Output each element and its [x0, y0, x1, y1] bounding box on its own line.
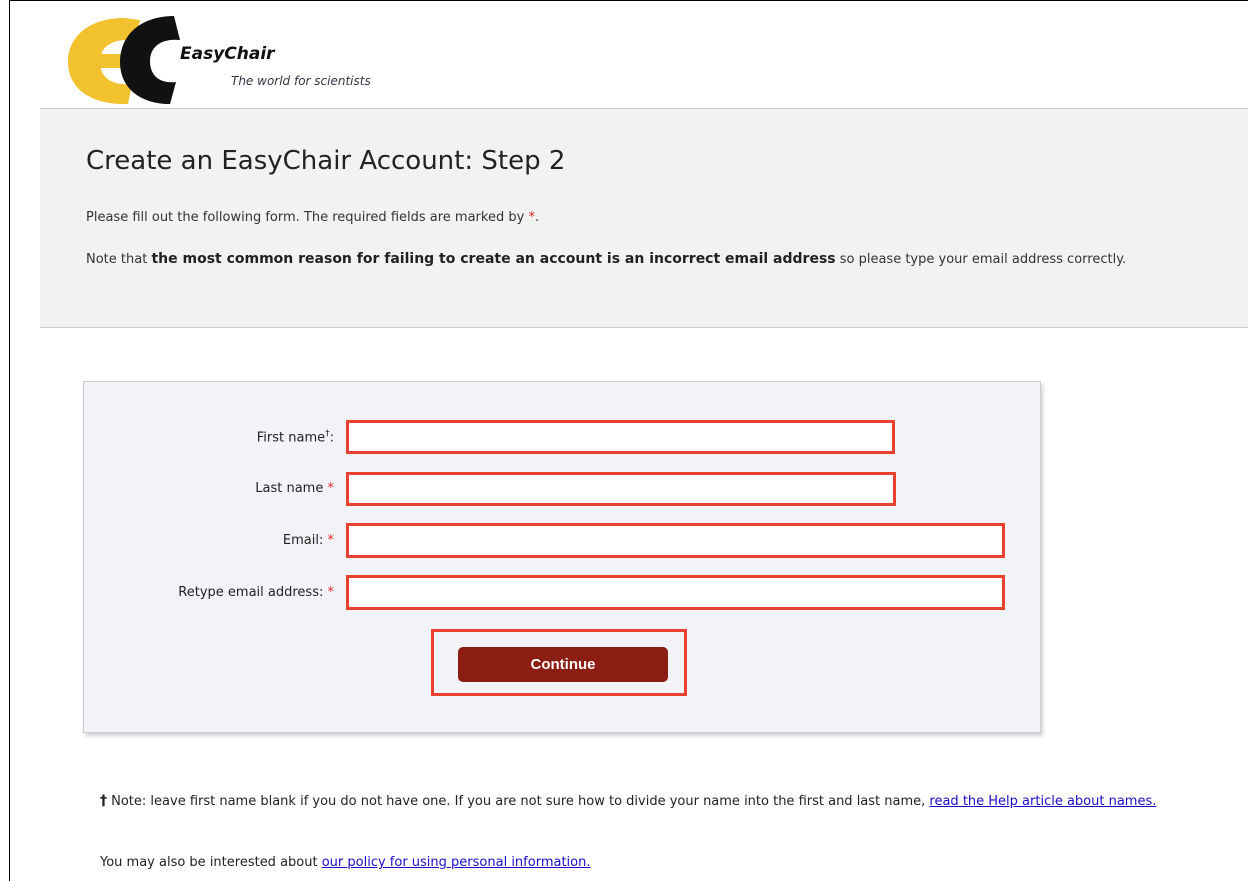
email-warning: Note that the most common reason for fai… [86, 248, 1196, 271]
privacy-note-text: You may also be interested about [100, 855, 322, 870]
retype-email-label-text: Retype email address: [178, 585, 324, 600]
required-marker: * [327, 533, 335, 548]
first-name-label: First name†: [257, 429, 334, 445]
email-input[interactable] [346, 523, 1005, 558]
email-warning-prefix: Note that [86, 252, 152, 267]
retype-email-label: Retype email address: * [178, 585, 334, 600]
intro-instructions-text: Please fill out the following form. The … [86, 210, 529, 225]
first-name-input[interactable] [346, 420, 895, 454]
continue-button-highlight: Continue [431, 629, 687, 696]
email-warning-suffix: so please type your email address correc… [835, 252, 1127, 267]
dagger-marker: † [100, 793, 107, 809]
page-title: Create an EasyChair Account: Step 2 [86, 146, 566, 176]
first-name-note-text: Note: leave first name blank if you do n… [107, 794, 930, 809]
help-names-link[interactable]: read the Help article about names. [929, 794, 1156, 809]
email-label-text: Email: [282, 533, 324, 548]
first-name-label-text: First name [256, 430, 326, 446]
email-warning-bold: the most common reason for failing to cr… [151, 251, 836, 267]
brand-name: EasyChair [180, 44, 275, 64]
intro-instructions-end: . [534, 210, 540, 225]
last-name-label-text: Last name [255, 481, 324, 496]
first-name-note: † Note: leave first name blank if you do… [100, 790, 1220, 813]
brand-tagline: The world for scientists [231, 74, 371, 88]
intro-instructions: Please fill out the following form. The … [86, 210, 539, 225]
easychair-logo-mark-icon [68, 16, 180, 104]
intro-panel: Create an EasyChair Account: Step 2 Plea… [40, 108, 1248, 328]
last-name-label: Last name * [255, 481, 334, 496]
first-name-colon: : [329, 430, 334, 446]
required-marker: * [327, 585, 335, 600]
privacy-note: You may also be interested about our pol… [100, 855, 590, 870]
window-left-edge [9, 0, 10, 881]
account-form: First name†: Last name * Email: * Retype… [83, 381, 1041, 733]
last-name-input[interactable] [346, 472, 896, 506]
required-marker: * [327, 481, 335, 496]
easychair-logo[interactable]: EasyChair The world for scientists [66, 14, 426, 106]
continue-button[interactable]: Continue [458, 647, 668, 682]
window-top-edge [9, 0, 1248, 1]
email-label: Email: * [283, 533, 334, 548]
retype-email-input[interactable] [346, 575, 1005, 610]
privacy-policy-link[interactable]: our policy for using personal informatio… [322, 855, 591, 870]
